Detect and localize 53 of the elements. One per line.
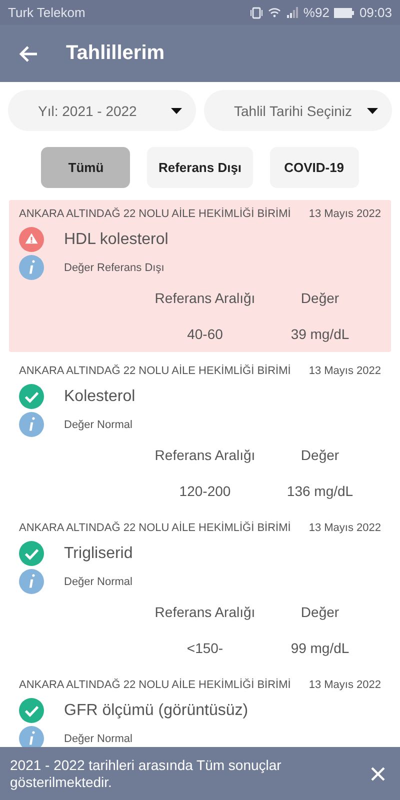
result-value: 39 mg/dL (290, 326, 350, 342)
result-note: Değer Referans Dışı (64, 262, 164, 274)
result-date: 13 Mayıs 2022 (308, 208, 381, 220)
result-value: 99 mg/dL (290, 640, 350, 656)
check-icon (19, 384, 44, 409)
check-icon (19, 698, 44, 723)
test-name: Trigliserid (64, 544, 133, 562)
reference-range: 40-60 (186, 326, 224, 342)
clinic-name: ANKARA ALTINDAĞ 22 NOLU AİLE HEKİMLİĞİ BİRİMİ (19, 679, 291, 691)
test-name: Kolesterol (64, 388, 136, 406)
vibrate-icon (250, 6, 264, 18)
clinic-name: ANKARA ALTINDAĞ 22 NOLU AİLE HEKİMLİĞİ BİRİMİ (19, 522, 291, 534)
column-label: Referans Aralığı (154, 447, 256, 463)
clock-time: 09:03 (359, 5, 392, 20)
filter-tab[interactable]: Referans Dışı (147, 147, 253, 188)
info-icon (19, 255, 44, 280)
result-date: 13 Mayıs 2022 (308, 679, 381, 691)
result-note: Değer Normal (64, 418, 132, 430)
dropdown-select[interactable]: Yıl: 2021 - 2022 (8, 90, 196, 131)
battery-icon (334, 8, 354, 18)
column-label: Değer (300, 604, 340, 620)
info-icon (19, 412, 44, 437)
test-name: GFR ölçümü (görüntüsüz) (64, 702, 248, 720)
close-button[interactable] (370, 766, 386, 782)
carrier-name: Turk Telekom (8, 5, 86, 20)
caret-icon (171, 108, 182, 114)
column-label: Değer (300, 447, 340, 463)
column-label: Referans Aralığı (154, 604, 256, 620)
page-title: Tahlillerim (66, 42, 165, 65)
result-date: 13 Mayıs 2022 (308, 522, 381, 534)
info-icon (19, 569, 44, 594)
result-value: 136 mg/dL (286, 483, 354, 499)
back-button[interactable] (18, 44, 38, 62)
column-label: Değer (300, 290, 340, 306)
caret-icon (367, 108, 378, 114)
wifi-icon (268, 7, 282, 18)
dropdown-select[interactable]: Tahlil Tarihi Seçiniz (204, 90, 392, 131)
reference-range: <150- (186, 640, 224, 656)
filter-tab[interactable]: Tümü (41, 147, 130, 188)
result-card[interactable]: ANKARA ALTINDAĞ 22 NOLU AİLE HEKİMLİĞİ BİRİMİ 13 Mayıs 2022 HDL kolesterol Değer Referans Dışı Referans Aralığı Değer 40-60 39 mg/dL (9, 200, 391, 352)
filter-tab[interactable]: COVID-19 (270, 147, 359, 188)
signal-icon (286, 7, 298, 18)
test-name: HDL kolesterol (64, 230, 168, 248)
clinic-name: ANKARA ALTINDAĞ 22 NOLU AİLE HEKİMLİĞİ BİRİMİ (19, 365, 291, 377)
check-icon (19, 541, 44, 566)
clinic-name: ANKARA ALTINDAĞ 22 NOLU AİLE HEKİMLİĞİ BİRİMİ (19, 208, 291, 220)
column-label: Referans Aralığı (154, 290, 256, 306)
result-note: Değer Normal (64, 732, 132, 744)
warning-icon (19, 227, 44, 252)
result-date: 13 Mayıs 2022 (308, 365, 381, 377)
reference-range: 120-200 (178, 483, 232, 499)
battery-percent: %92 (303, 5, 330, 20)
result-note: Değer Normal (64, 576, 132, 588)
